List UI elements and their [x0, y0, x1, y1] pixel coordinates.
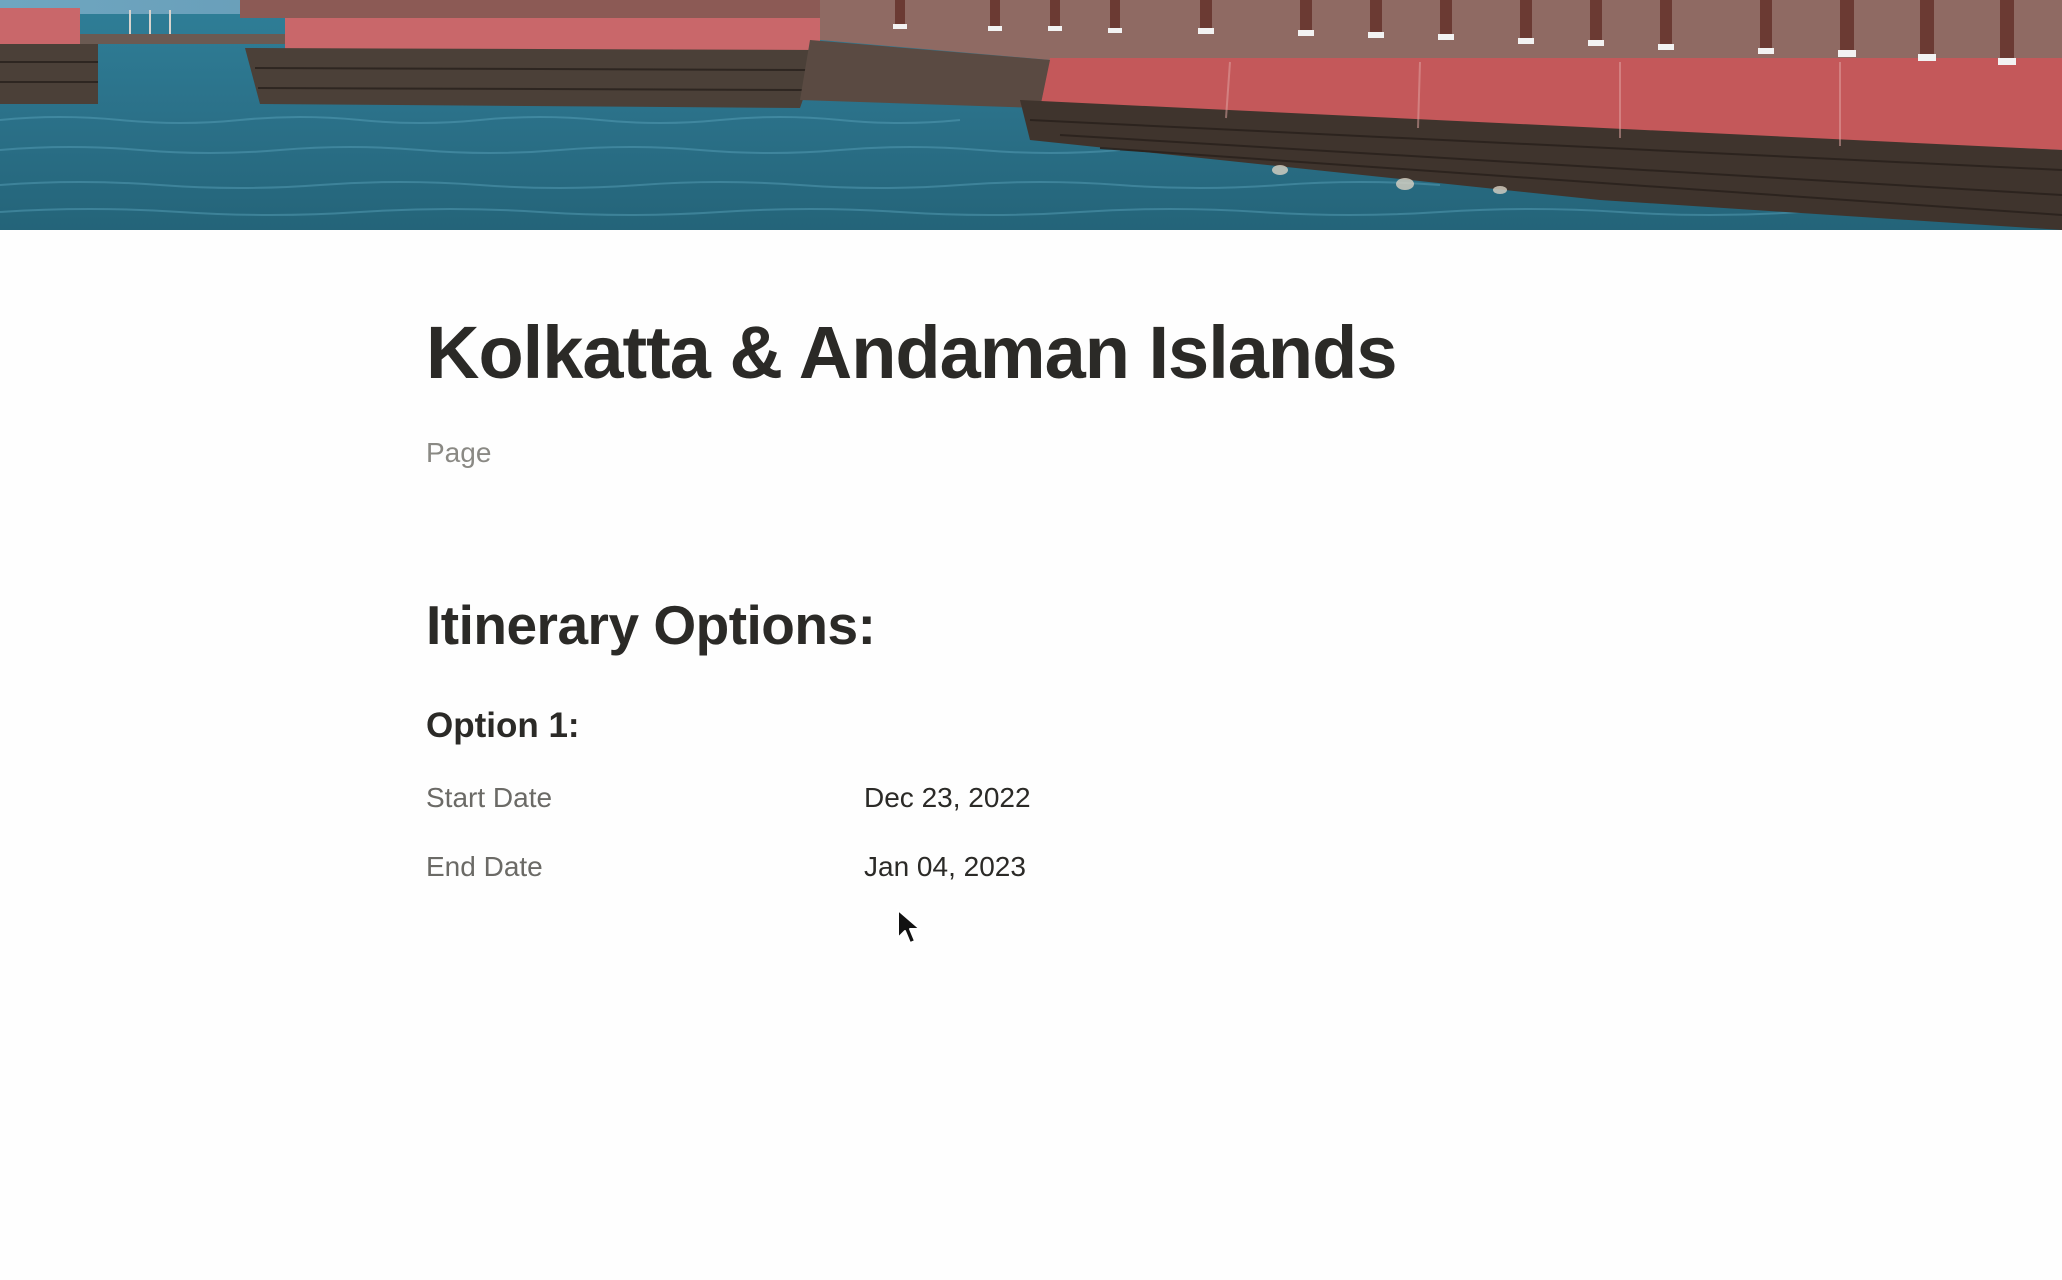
mouse-cursor-icon — [897, 909, 921, 944]
page-title[interactable]: Kolkatta & Andaman Islands — [426, 312, 1397, 394]
property-label: End Date — [426, 851, 543, 882]
property-label: Start Date — [426, 782, 553, 813]
start-date-property: Start Date Dec 23, 2022 — [426, 771, 1126, 825]
page-type-label: Page — [426, 437, 492, 468]
cover-image[interactable] — [0, 0, 2062, 230]
harbor-jetty-photo — [0, 0, 2062, 230]
option-heading[interactable]: Option 1: — [426, 705, 580, 747]
itinerary-heading[interactable]: Itinerary Options: — [426, 594, 876, 657]
end-date-property: End Date Jan 04, 2023 — [426, 840, 1126, 894]
end-date-value[interactable]: Jan 04, 2023 — [864, 847, 1026, 887]
start-date-value[interactable]: Dec 23, 2022 — [864, 778, 1031, 818]
notion-page: Kolkatta & Andaman Islands Page Itinerar… — [0, 0, 2062, 1280]
